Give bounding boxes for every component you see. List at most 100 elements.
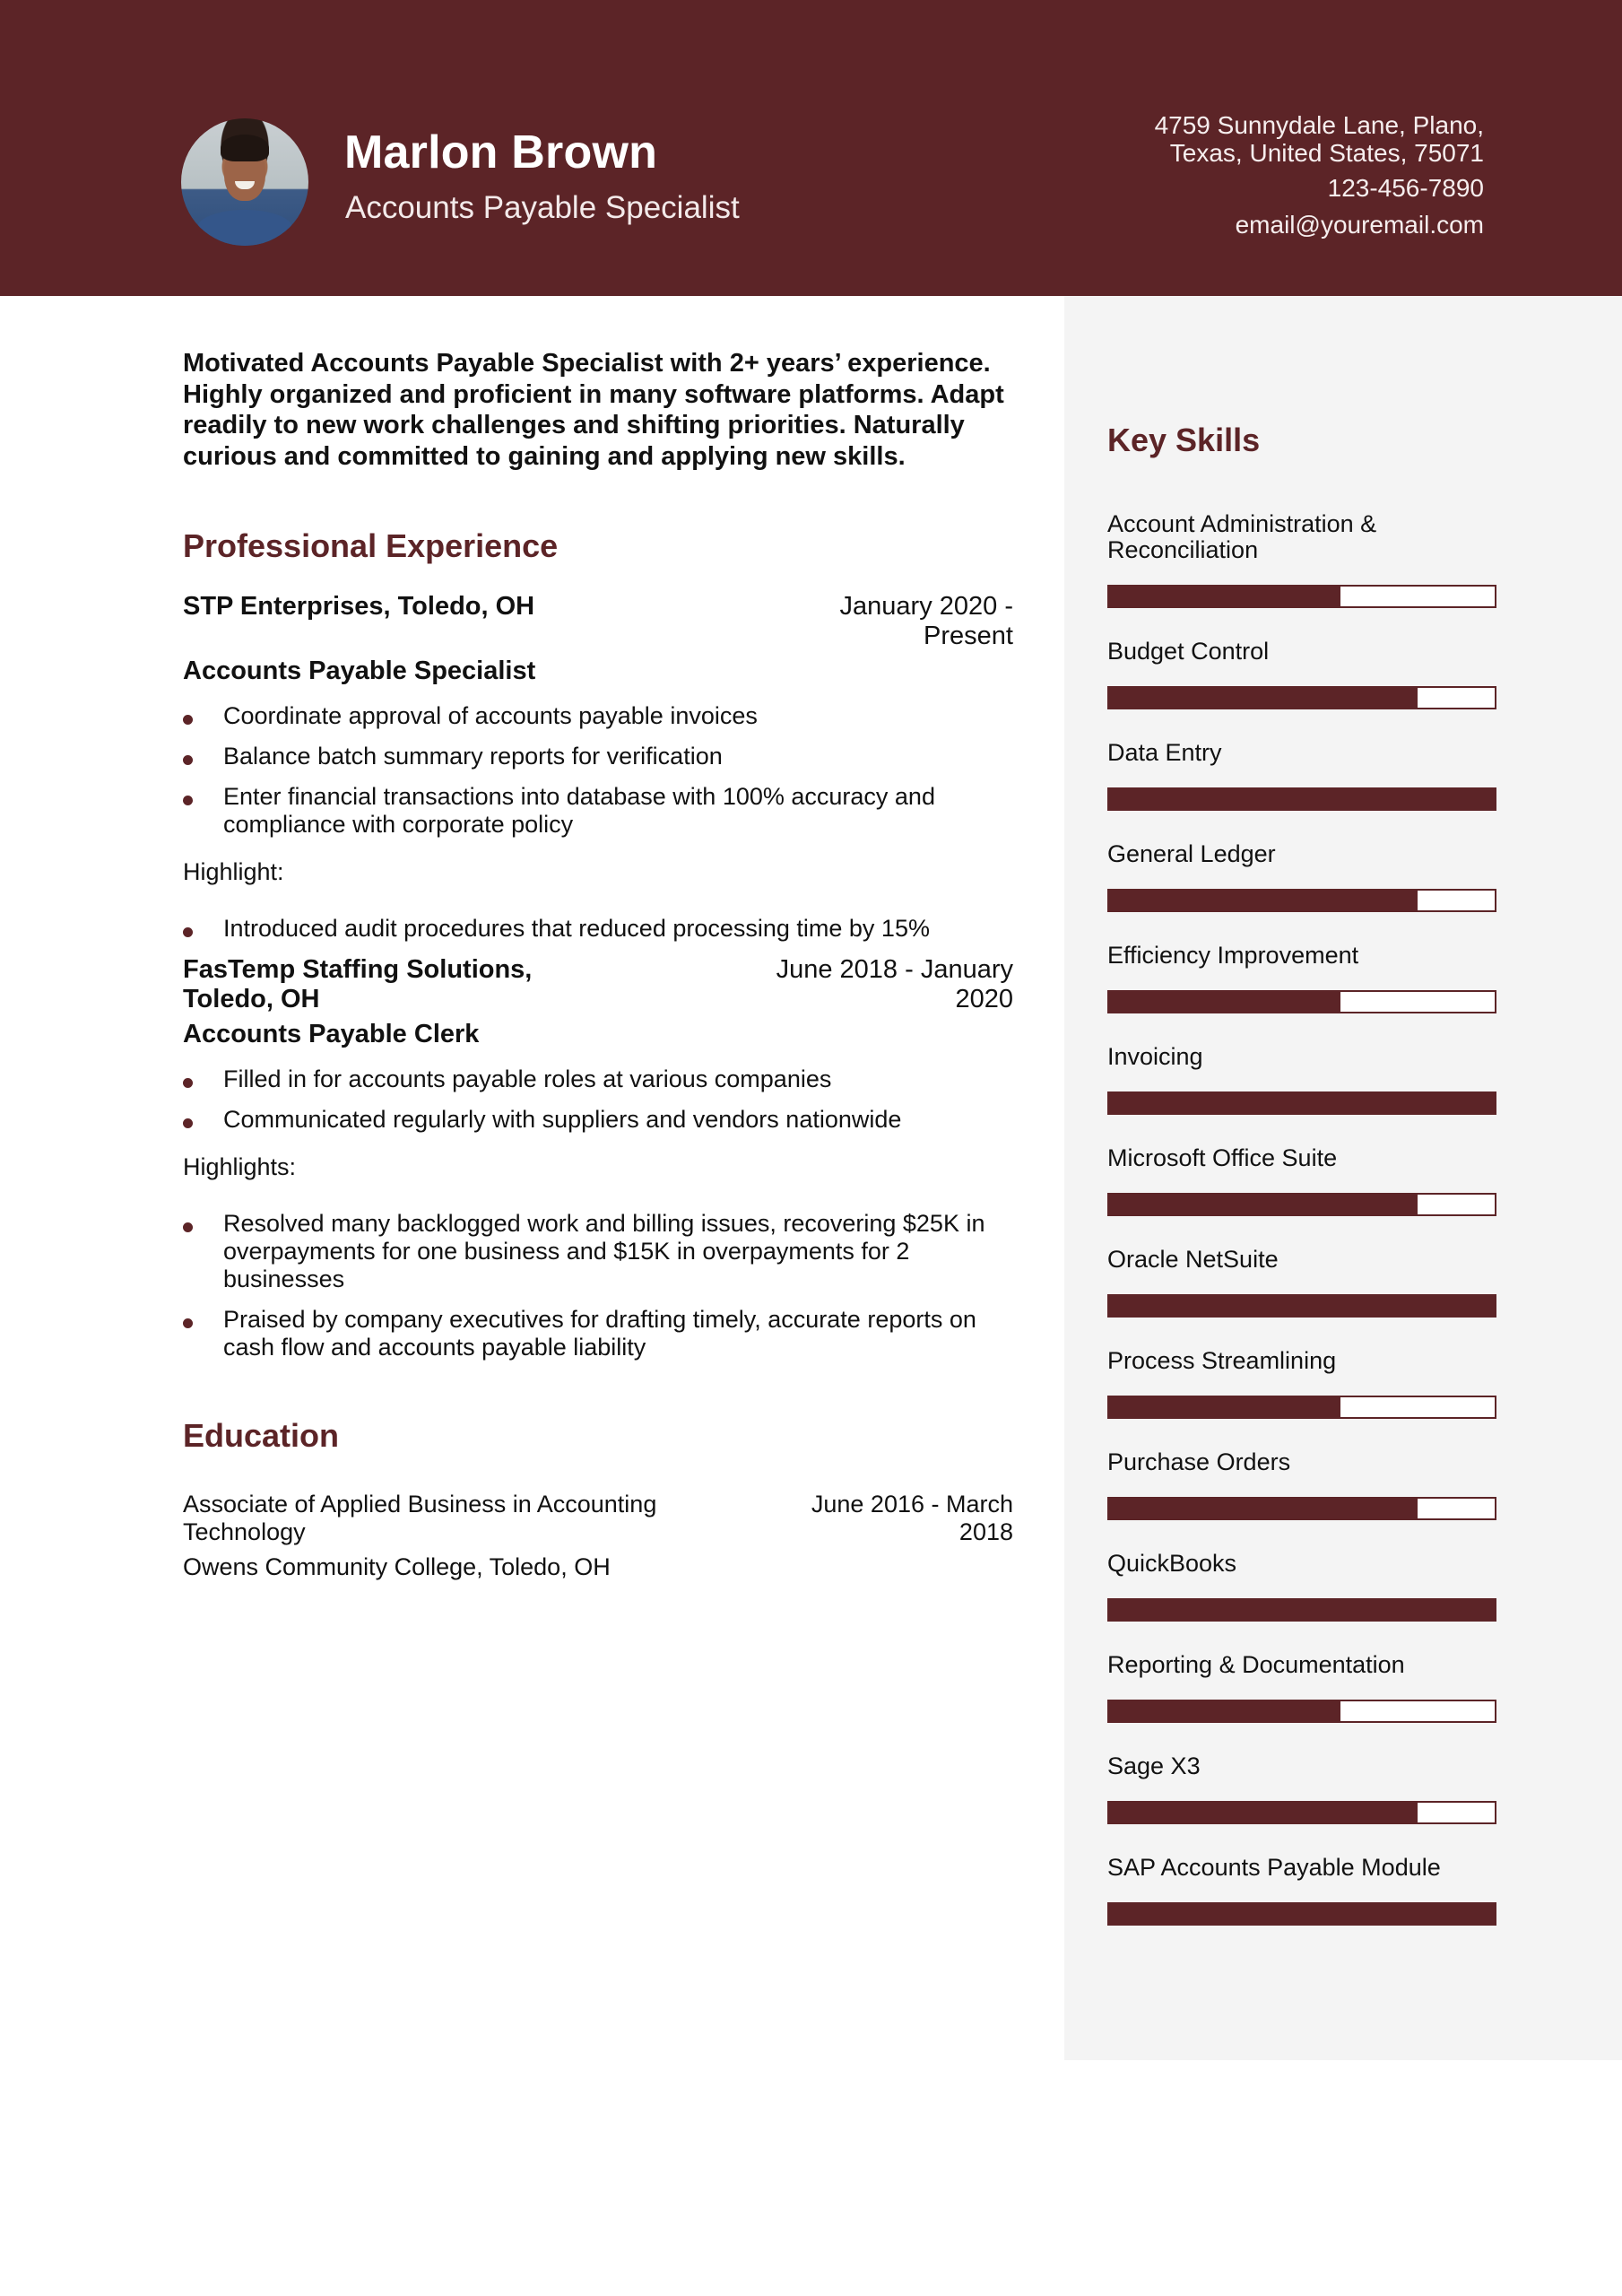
experience-heading: Professional Experience <box>183 527 559 564</box>
address-line-1: 4759 Sunnydale Lane, Plano, <box>1154 111 1484 139</box>
bullet-text: Filled in for accounts payable roles at … <box>223 1065 832 1092</box>
skill-name: General Ledger <box>1107 840 1276 867</box>
skill-name: Oracle NetSuite <box>1107 1246 1279 1273</box>
highlight-label: Highlight: <box>183 858 284 885</box>
address-line-2: Texas, United States, 75071 <box>1169 139 1484 167</box>
job-entry: FasTemp Staffing Solutions, Toledo, OH J… <box>183 955 1013 1361</box>
skill-level-fill <box>1109 1195 1418 1214</box>
skill-level-fill <box>1109 587 1340 606</box>
skill-name: QuickBooks <box>1107 1550 1237 1577</box>
skill-level-bar <box>1107 1396 1496 1419</box>
job-company: FasTemp Staffing Solutions, Toledo, OH <box>183 955 533 1013</box>
skill-level-fill <box>1109 1701 1340 1721</box>
list-item: Enter financial transactions into databa… <box>183 783 1013 839</box>
skill-level-fill <box>1109 891 1418 910</box>
bullet-icon <box>183 927 193 937</box>
skill-level-bar <box>1107 1294 1496 1318</box>
job-duties: Coordinate approval of accounts payable … <box>183 702 1013 839</box>
skill-level-fill <box>1109 688 1418 708</box>
header-banner: Marlon Brown Accounts Payable Specialist… <box>0 0 1622 296</box>
list-item: Communicated regularly with suppliers an… <box>183 1106 1013 1134</box>
skill-level-fill <box>1109 1499 1418 1518</box>
skill-item: Data Entry <box>1107 709 1502 811</box>
list-item: Filled in for accounts payable roles at … <box>183 1065 1013 1093</box>
job-highlights: Introduced audit procedures that reduced… <box>183 915 1013 943</box>
job-company: STP Enterprises, Toledo, OH <box>183 592 535 621</box>
skill-item: QuickBooks <box>1107 1520 1502 1622</box>
job-highlights: Resolved many backlogged work and billin… <box>183 1210 1013 1361</box>
job-dates: January 2020 - Present <box>839 592 1013 650</box>
skill-level-bar <box>1107 1497 1496 1520</box>
professional-summary: Motivated Accounts Payable Specialist wi… <box>183 349 1004 471</box>
skill-level-bar <box>1107 1091 1496 1115</box>
degree-name: Associate of Applied Business in Account… <box>183 1491 657 1545</box>
education-dates: June 2016 - March 2018 <box>811 1491 1013 1545</box>
skill-level-bar <box>1107 990 1496 1013</box>
skill-item: Microsoft Office Suite <box>1107 1115 1502 1216</box>
skill-item: Purchase Orders <box>1107 1419 1502 1520</box>
school-name: Owens Community College, Toledo, OH <box>183 1553 611 1580</box>
job-role: Accounts Payable Specialist <box>183 657 536 685</box>
profile-photo <box>181 118 308 246</box>
bullet-text: Communicated regularly with suppliers an… <box>223 1106 902 1133</box>
bullet-text: Balance batch summary reports for verifi… <box>223 743 723 770</box>
job-entry: STP Enterprises, Toledo, OH January 2020… <box>183 592 1013 943</box>
bullet-icon <box>183 1318 193 1328</box>
skill-name: Purchase Orders <box>1107 1448 1291 1475</box>
skill-name: Microsoft Office Suite <box>1107 1144 1338 1171</box>
list-item: Praised by company executives for drafti… <box>183 1306 1013 1361</box>
bullet-icon <box>183 1118 193 1128</box>
skill-level-bar <box>1107 1598 1496 1622</box>
skill-name: Process Streamlining <box>1107 1347 1337 1374</box>
skill-name: Budget Control <box>1107 638 1270 665</box>
skill-level-fill <box>1109 1093 1495 1113</box>
skill-name: Sage X3 <box>1107 1752 1201 1779</box>
bullet-icon <box>183 1222 193 1232</box>
candidate-name: Marlon Brown <box>344 126 658 178</box>
contact-block: 4759 Sunnydale Lane, Plano, Texas, Unite… <box>1018 111 1484 239</box>
skill-name: Data Entry <box>1107 739 1222 766</box>
email-address[interactable]: email@youremail.com <box>1018 211 1484 239</box>
highlight-label: Highlights: <box>183 1153 297 1180</box>
skill-item: Invoicing <box>1107 1013 1502 1115</box>
skills-heading: Key Skills <box>1107 422 1261 458</box>
skill-level-bar <box>1107 1193 1496 1216</box>
bullet-text: Enter financial transactions into databa… <box>223 783 935 838</box>
skill-name: Reporting & Documentation <box>1107 1651 1405 1678</box>
list-item: Introduced audit procedures that reduced… <box>183 915 1013 943</box>
job-duties: Filled in for accounts payable roles at … <box>183 1065 1013 1134</box>
skill-name: SAP Accounts Payable Module <box>1107 1854 1441 1881</box>
skill-level-fill <box>1109 1803 1418 1822</box>
list-item: Balance batch summary reports for verifi… <box>183 743 1013 770</box>
bullet-icon <box>183 755 193 765</box>
bullet-icon <box>183 796 193 805</box>
education-entry: Associate of Applied Business in Account… <box>183 1491 1013 1581</box>
photo-shirt <box>197 210 292 246</box>
candidate-title: Accounts Payable Specialist <box>345 190 740 225</box>
skill-level-bar <box>1107 1700 1496 1723</box>
bullet-text: Praised by company executives for drafti… <box>223 1306 976 1361</box>
skill-level-fill <box>1109 992 1340 1012</box>
skill-item: Budget Control <box>1107 608 1502 709</box>
skill-level-bar <box>1107 1902 1496 1926</box>
main-column: Motivated Accounts Payable Specialist wi… <box>183 348 1013 1581</box>
job-dates: June 2018 - January 2020 <box>776 955 1013 1013</box>
bullet-icon <box>183 715 193 725</box>
skill-item: Reporting & Documentation <box>1107 1622 1502 1723</box>
skill-level-bar <box>1107 1801 1496 1824</box>
skill-item: General Ledger <box>1107 811 1502 912</box>
bullet-text: Resolved many backlogged work and billin… <box>223 1210 985 1292</box>
skill-level-bar <box>1107 787 1496 811</box>
education-heading: Education <box>183 1417 340 1454</box>
phone-number[interactable]: 123-456-7890 <box>1018 174 1484 202</box>
skills-list: Account Administration & Reconciliation B… <box>1107 488 1502 1926</box>
skill-level-bar <box>1107 686 1496 709</box>
skill-name: Account Administration & Reconciliation <box>1107 510 1377 563</box>
skill-level-bar <box>1107 585 1496 608</box>
skill-item: Sage X3 <box>1107 1723 1502 1824</box>
skill-item: Process Streamlining <box>1107 1318 1502 1419</box>
skill-level-fill <box>1109 1296 1495 1316</box>
skill-item: SAP Accounts Payable Module <box>1107 1824 1502 1926</box>
list-item: Coordinate approval of accounts payable … <box>183 702 1013 730</box>
bullet-text: Introduced audit procedures that reduced… <box>223 915 930 942</box>
